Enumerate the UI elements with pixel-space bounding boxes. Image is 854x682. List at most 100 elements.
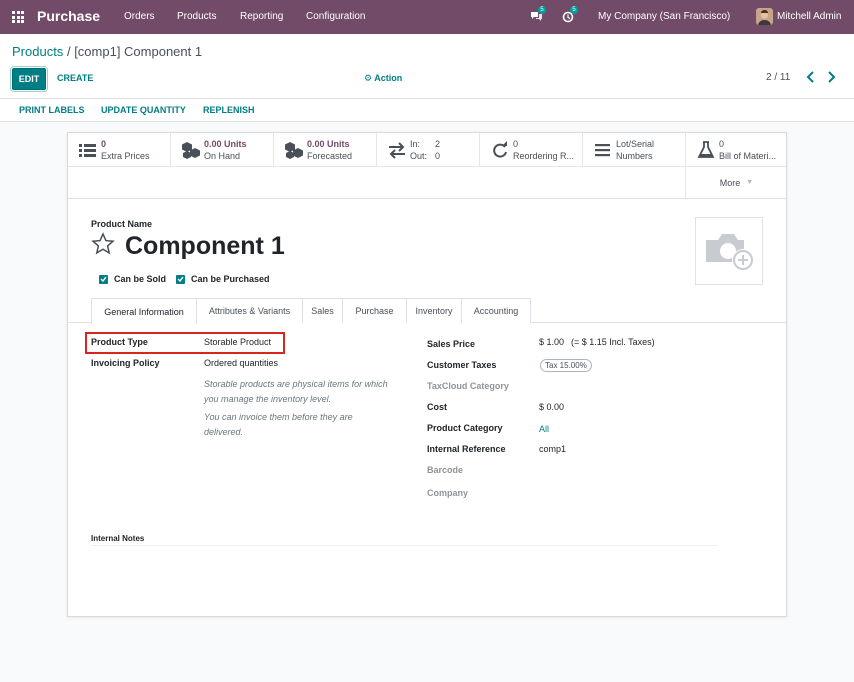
caret-down-icon: ▼ bbox=[746, 179, 754, 186]
product-category-link[interactable]: All bbox=[539, 424, 549, 434]
extra-prices-value: 0 bbox=[101, 139, 107, 149]
company-switcher[interactable]: My Company (San Francisco) bbox=[598, 11, 730, 22]
extra-prices-label: Extra Prices bbox=[101, 151, 150, 161]
control-panel: Products / [comp1] Component 1 EDIT CREA… bbox=[0, 34, 854, 99]
invoicing-policy-label: Invoicing Policy bbox=[91, 358, 160, 368]
breadcrumb-separator: / bbox=[66, 44, 71, 59]
update-quantity-button[interactable]: UPDATE QUANTITY bbox=[101, 105, 186, 115]
top-navbar: Purchase Orders Products Reporting Confi… bbox=[0, 0, 854, 34]
form-sheet: 0 Extra Prices 0.00 Units On Hand 0.00 U… bbox=[67, 132, 787, 617]
forecasted-value: 0.00 Units bbox=[307, 139, 350, 149]
on-hand-value: 0.00 Units bbox=[204, 139, 247, 149]
invoicing-policy-field[interactable]: Ordered quantities bbox=[204, 358, 278, 368]
bill-of-materials-value: 0 bbox=[719, 139, 725, 149]
pager-value[interactable]: 2 / 11 bbox=[766, 72, 790, 83]
status-bar: PRINT LABELS UPDATE QUANTITY REPLENISH bbox=[0, 99, 854, 122]
reordering-rules-value: 0 bbox=[513, 139, 519, 149]
product-type-label: Product Type bbox=[91, 337, 148, 347]
apps-menu-icon[interactable] bbox=[12, 11, 24, 23]
cubes-icon bbox=[182, 142, 200, 159]
product-type-field[interactable]: Storable Product bbox=[204, 337, 271, 347]
notebook-tabs: General Information Attributes & Variant… bbox=[68, 298, 786, 324]
in-label: In: bbox=[410, 139, 421, 149]
product-type-hint: Storable products are physical items for… bbox=[204, 379, 388, 404]
pager-next-icon[interactable] bbox=[826, 71, 838, 85]
in-out-button[interactable]: In: 2 Out: 0 bbox=[377, 133, 480, 167]
invoicing-hint: You can invoice them before they are del… bbox=[204, 412, 353, 437]
cost-label: Cost bbox=[427, 402, 447, 412]
pager-previous-icon[interactable] bbox=[806, 71, 818, 85]
internal-reference-field[interactable]: comp1 bbox=[539, 444, 566, 454]
list-icon bbox=[79, 144, 96, 157]
more-label: More bbox=[719, 177, 741, 188]
extra-prices-button[interactable]: 0 Extra Prices bbox=[68, 133, 171, 167]
tab-sales[interactable]: Sales bbox=[302, 298, 343, 323]
product-name[interactable]: Component 1 bbox=[125, 232, 285, 261]
user-menu[interactable]: Mitchell Admin bbox=[777, 11, 841, 22]
bars-icon bbox=[595, 144, 610, 157]
menu-products[interactable]: Products bbox=[177, 11, 216, 22]
sales-price-label: Sales Price bbox=[427, 339, 476, 349]
cubes-icon bbox=[285, 142, 303, 159]
internal-reference-label: Internal Reference bbox=[427, 444, 506, 454]
product-name-label: Product Name bbox=[91, 219, 153, 229]
refresh-icon bbox=[493, 141, 507, 158]
replenish-button[interactable]: REPLENISH bbox=[203, 105, 255, 115]
reordering-rules-label: Reordering R... bbox=[513, 151, 575, 161]
menu-orders[interactable]: Orders bbox=[124, 11, 155, 22]
exchange-icon bbox=[389, 142, 405, 159]
messages-icon[interactable]: 5 bbox=[530, 6, 546, 24]
barcode-label: Barcode bbox=[427, 465, 464, 475]
tab-inventory[interactable]: Inventory bbox=[406, 298, 462, 323]
tab-attributes-variants[interactable]: Attributes & Variants bbox=[196, 298, 303, 323]
star-icon[interactable] bbox=[91, 232, 115, 256]
internal-notes-field[interactable] bbox=[91, 545, 718, 546]
tab-general-information[interactable]: General Information bbox=[91, 298, 197, 324]
out-value: 0 bbox=[435, 151, 441, 161]
edit-button[interactable]: EDIT bbox=[10, 66, 48, 92]
messages-badge: 5 bbox=[538, 6, 546, 14]
on-hand-label: On Hand bbox=[204, 151, 241, 161]
flask-icon bbox=[697, 141, 715, 158]
can-be-sold-checkbox[interactable]: Can be Sold bbox=[99, 274, 166, 284]
in-value: 2 bbox=[435, 139, 441, 149]
forecasted-label: Forecasted bbox=[307, 151, 353, 161]
user-avatar[interactable] bbox=[756, 8, 773, 25]
checkmark-icon bbox=[176, 274, 185, 284]
customer-taxes-label: Customer Taxes bbox=[427, 360, 497, 370]
sales-price-field[interactable]: $ 1.00 bbox=[539, 337, 564, 347]
internal-notes-label: Internal Notes bbox=[91, 534, 145, 543]
on-hand-button[interactable]: 0.00 Units On Hand bbox=[171, 133, 274, 167]
menu-reporting[interactable]: Reporting bbox=[240, 11, 283, 22]
gear-icon: ⚙ bbox=[364, 73, 373, 83]
tab-purchase[interactable]: Purchase bbox=[342, 298, 407, 323]
create-button[interactable]: CREATE bbox=[57, 73, 93, 83]
sales-price-incl-taxes: (= $ 1.15 Incl. Taxes) bbox=[571, 337, 655, 347]
print-labels-button[interactable]: PRINT LABELS bbox=[19, 105, 85, 115]
app-name[interactable]: Purchase bbox=[37, 8, 100, 24]
breadcrumb-products[interactable]: Products bbox=[12, 44, 63, 59]
can-be-purchased-label: Can be Purchased bbox=[191, 274, 270, 284]
checkmark-icon bbox=[99, 274, 108, 284]
cost-field[interactable]: $ 0.00 bbox=[539, 402, 564, 412]
bill-of-materials-button[interactable]: 0 Bill of Materi... bbox=[686, 133, 786, 167]
lot-serial-sublabel: Numbers bbox=[616, 151, 653, 161]
camera-add-icon bbox=[706, 234, 754, 271]
lot-serial-button[interactable]: Lot/Serial Numbers bbox=[583, 133, 686, 167]
forecasted-button[interactable]: 0.00 Units Forecasted bbox=[274, 133, 377, 167]
customer-tax-tag[interactable]: Tax 15.00% bbox=[540, 359, 592, 372]
bill-of-materials-label: Bill of Materi... bbox=[719, 151, 777, 161]
divider bbox=[685, 167, 686, 198]
more-button[interactable]: More ▼ bbox=[685, 167, 788, 198]
breadcrumb-current: [comp1] Component 1 bbox=[74, 44, 203, 59]
can-be-sold-label: Can be Sold bbox=[114, 274, 167, 284]
action-menu[interactable]: ⚙ Action bbox=[364, 73, 402, 84]
product-image[interactable] bbox=[695, 217, 763, 285]
reordering-rules-button[interactable]: 0 Reordering R... bbox=[480, 133, 583, 167]
activities-badge: 5 bbox=[570, 6, 578, 14]
tab-accounting[interactable]: Accounting bbox=[461, 298, 531, 323]
activities-icon[interactable]: 5 bbox=[562, 6, 578, 24]
menu-configuration[interactable]: Configuration bbox=[306, 11, 365, 22]
action-label: Action bbox=[374, 73, 403, 83]
can-be-purchased-checkbox[interactable]: Can be Purchased bbox=[176, 274, 270, 284]
